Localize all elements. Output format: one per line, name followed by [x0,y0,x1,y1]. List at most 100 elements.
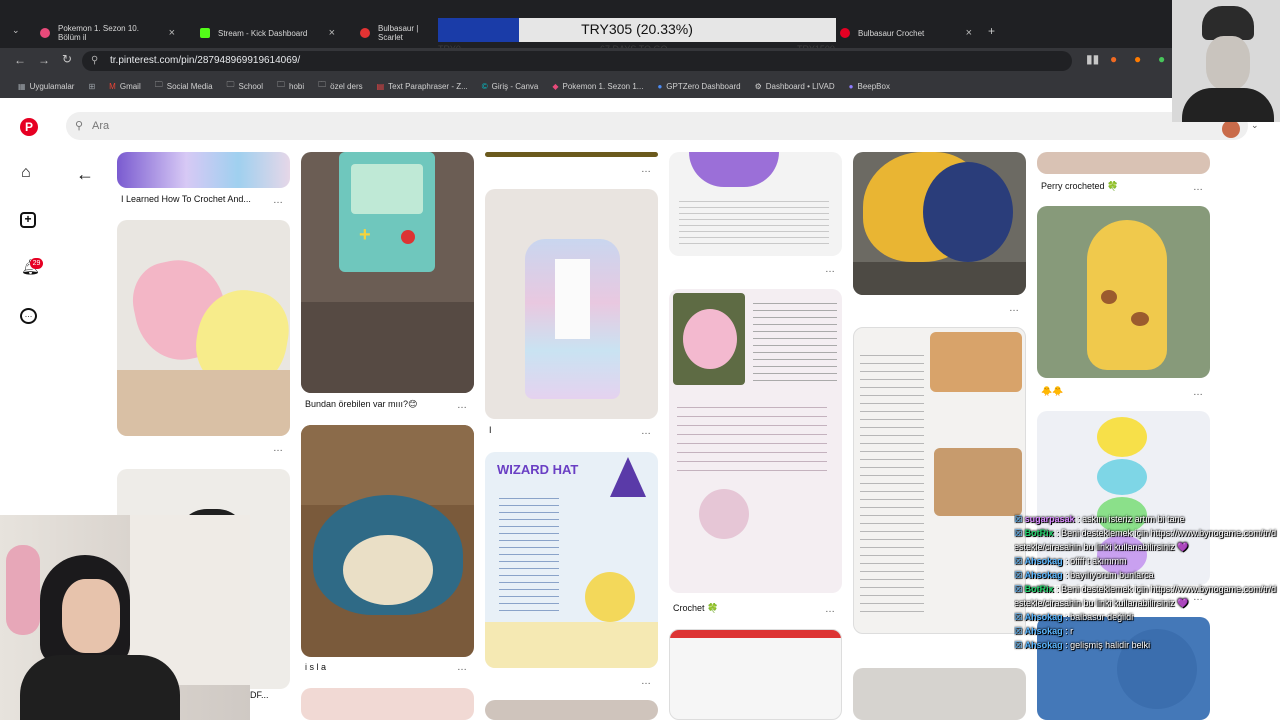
extension-icon[interactable]: ● [1134,52,1141,66]
messages-icon[interactable]: … [20,308,37,324]
chat-username[interactable]: Ahsokag [1025,640,1063,650]
pin-card-giraffe[interactable] [1037,206,1210,378]
pin-caption[interactable]: Perry crocheted 🍀 [1041,181,1118,192]
reload-icon[interactable]: ↻ [62,52,72,66]
chat-username[interactable]: BotRix [1025,584,1054,594]
search-input[interactable]: ⚲ Ara [66,112,1248,140]
gptzero-icon: ● [657,81,663,91]
pin-card-stars[interactable] [117,220,290,436]
tab-search-icon[interactable]: ⌄ [12,25,20,36]
site-info-icon[interactable]: ⚲ [91,51,98,71]
chat-username[interactable]: sugarpasak [1025,514,1075,524]
bookmark-social-media[interactable]: 🗀 Social Media [155,79,213,93]
screenshot-header [670,630,841,638]
avatar[interactable] [1222,120,1240,138]
close-icon[interactable]: × [169,27,175,39]
bookmark-school[interactable]: 🗀 School [227,79,263,93]
pin-card[interactable] [853,668,1026,720]
pin-card-moon-star[interactable] [853,152,1026,295]
snorlax-body [313,495,463,615]
chat-separator: : [1062,626,1071,636]
bookmarks-bar: ▦ Uygulamalar ⊞ M Gmail 🗀 Social Media 🗀 Sch… [0,74,1280,98]
bookmark-beepbox[interactable]: ● BeepBox [849,82,890,91]
extension-fox-icon[interactable]: ● [1110,52,1117,66]
pin-caption[interactable]: I [489,425,492,435]
pin-caption[interactable]: Bundan örebilen var mııı?😊 [305,399,417,410]
pin-card-wizard-hat[interactable]: WIZARD HAT [485,452,658,668]
new-tab-button[interactable]: + [988,24,995,38]
pin-card-pattern[interactable] [669,152,842,256]
apps-grid-icon: ▦ [18,81,26,91]
bookmark-apps[interactable]: ▦ Uygulamalar [18,82,74,91]
bookmark-hobi[interactable]: 🗀 hobi [277,79,304,93]
bmo-plush: + [339,152,435,272]
forward-icon[interactable]: → [38,53,50,67]
close-icon[interactable]: × [329,27,335,39]
pattern-text-lines [860,348,924,618]
chat-username[interactable]: BotRix [1025,528,1054,538]
tab-pokemon[interactable]: Pokemon 1. Sezon 10. Bölüm il × [30,18,185,48]
back-icon[interactable]: ← [14,53,26,67]
tab-kick-dashboard[interactable]: Stream - Kick Dashboard × [190,18,345,48]
railing [853,262,1026,295]
pin-card[interactable] [301,688,474,720]
pin-card[interactable] [117,152,290,188]
bookmark-ozel-ders[interactable]: 🗀 özel ders [318,79,362,93]
bookmark-text-paraphraser[interactable]: ▤ Text Paraphraser - Z... [377,82,468,91]
chat-badge-icon: ☒ [1014,570,1025,580]
more-options-icon[interactable]: … [641,164,651,175]
more-options-icon[interactable]: … [641,426,651,437]
pin-card[interactable] [485,700,658,720]
pin-card-snorlax[interactable] [301,425,474,657]
chat-username[interactable]: Ahsokag [1025,612,1063,622]
pin-caption[interactable]: DF... [250,690,269,700]
pin-card[interactable] [485,152,658,157]
pin-caption[interactable]: 🐥🐥 [1041,386,1063,397]
pin-card-axolotl[interactable] [669,289,842,593]
url-bar[interactable]: ⚲ tr.pinterest.com/pin/28794896991961406… [82,51,1072,71]
pin-card-cardigan[interactable] [485,189,658,419]
pin-card-corgi-pattern[interactable] [853,327,1026,634]
pin-card-screenshot[interactable] [669,629,842,720]
reading-list-icon[interactable]: ▮▮ [1086,52,1099,66]
more-options-icon[interactable]: … [273,195,283,206]
create-icon[interactable]: + [20,212,36,228]
more-options-icon[interactable]: … [825,604,835,615]
more-options-icon[interactable]: … [825,264,835,275]
bookmark-livad[interactable]: ⚙ Dashboard • LIVAD [755,82,835,91]
bookmark-grid[interactable]: ⊞ [88,82,95,91]
tab-bulbasaur-crochet[interactable]: Bulbasaur Crochet × [830,18,982,48]
back-arrow-icon[interactable]: ← [76,164,94,185]
bookmark-canva[interactable]: © Giriş - Canva [482,82,539,91]
red-button [401,230,415,244]
bookmark-gmail[interactable]: M Gmail [109,82,141,91]
tab-bulbasaur-scarlet[interactable]: Bulbasaur | Scarlet [350,18,440,48]
yellow-chick [1097,417,1147,457]
pin-caption[interactable]: i s l a [305,662,326,672]
more-options-icon[interactable]: … [1193,387,1203,398]
more-options-icon[interactable]: … [641,676,651,687]
shield-icon[interactable]: ● [1158,52,1165,66]
chat-separator: : [1062,570,1071,580]
bookmark-gptzero[interactable]: ● GPTZero Dashboard [657,82,740,91]
home-icon[interactable]: ⌂ [21,164,31,182]
pin-card[interactable] [1037,152,1210,174]
pinterest-logo-icon[interactable]: P [20,118,38,136]
close-icon[interactable]: × [966,27,972,39]
spot [1101,290,1117,304]
more-options-icon[interactable]: … [1193,182,1203,193]
more-options-icon[interactable]: … [273,443,283,454]
more-options-icon[interactable]: … [1009,303,1019,314]
pin-caption[interactable]: Crochet 🍀 [673,603,718,614]
kalpak-hat [1202,6,1254,40]
chat-username[interactable]: Ahsokag [1025,570,1063,580]
more-options-icon[interactable]: … [457,662,467,673]
more-options-icon[interactable]: … [457,400,467,411]
pin-card-bmo[interactable]: + [301,152,474,393]
chat-username[interactable]: Ahsokag [1025,626,1063,636]
bookmark-pokemon[interactable]: ◆ Pokemon 1. Sezon 1... [552,82,643,91]
pin-caption[interactable]: I Learned How To Crochet And... [121,194,251,204]
blue-chick [1097,459,1147,495]
chat-username[interactable]: Ahsokag [1025,556,1063,566]
chat-text: bayılıyorum bunlarca [1070,570,1154,580]
